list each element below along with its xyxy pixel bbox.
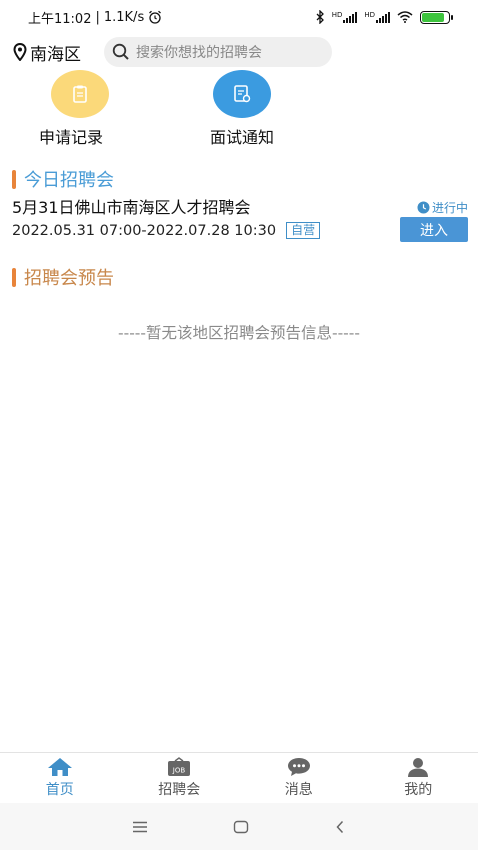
status-speed: 1.1K/s — [103, 9, 145, 25]
section-accent-bar — [12, 169, 16, 189]
clock-icon — [417, 201, 430, 214]
search-input[interactable]: 搜索你想找的招聘会 — [104, 37, 332, 67]
fair-name[interactable]: 5月31日佛山市南海区人才招聘会 — [12, 194, 251, 218]
tab-job-fair[interactable]: JOB 招聘会 — [120, 753, 240, 802]
signal-1-icon — [343, 11, 358, 23]
fair-time: 2022.05.31 07:00-2022.07.28 10:30 — [12, 222, 277, 239]
battery-icon — [420, 10, 453, 24]
clipboard-icon — [73, 85, 87, 103]
chat-bubble-icon — [287, 757, 310, 776]
self-operated-tag: 自营 — [286, 222, 321, 239]
empty-preview-message: -----暂无该地区招聘会预告信息----- — [118, 324, 360, 342]
square-home-icon[interactable] — [233, 820, 249, 834]
tab-mine-label: 我的 — [404, 781, 433, 798]
section-accent-bar — [12, 267, 16, 287]
bluetooth-icon — [316, 10, 324, 24]
today-section-title: 今日招聘会 — [12, 166, 114, 192]
back-chevron-icon[interactable] — [334, 820, 346, 834]
today-title: 今日招聘会 — [24, 170, 114, 191]
signal-2-icon — [376, 11, 390, 23]
fair-status-label: 进行中 — [431, 201, 468, 215]
header-row: 南海区 搜索你想找的招聘会 — [0, 36, 478, 68]
signal-1-label: HD — [331, 10, 343, 19]
home-icon — [47, 757, 72, 776]
tab-messages[interactable]: 消息 — [239, 753, 359, 802]
application-records-circle — [51, 70, 109, 118]
enter-button[interactable]: 进入 — [400, 217, 468, 242]
job-board-icon: JOB — [168, 756, 191, 776]
tab-home[interactable]: 首页 — [0, 753, 120, 802]
fair-time-row: 2022.05.31 07:00-2022.07.28 10:30 自营 — [12, 222, 321, 239]
search-icon — [112, 43, 129, 60]
status-right: HD HD — [315, 10, 453, 24]
search-placeholder: 搜索你想找的招聘会 — [136, 45, 262, 61]
location-label: 南海区 — [30, 44, 81, 65]
alarm-clock-icon — [149, 10, 162, 24]
tab-messages-label: 消息 — [284, 781, 313, 798]
signal-1: HD — [331, 10, 358, 23]
application-records-button[interactable]: 申请记录 — [39, 70, 109, 148]
wifi-icon — [397, 11, 413, 23]
status-time: 上午11:02 — [28, 11, 92, 27]
preview-title: 招聘会预告 — [24, 268, 114, 289]
interview-notice-button[interactable]: 面试通知 — [210, 70, 274, 148]
battery-fill — [422, 12, 445, 22]
notice-icon — [234, 85, 251, 103]
signal-2: HD — [364, 10, 390, 23]
tab-job-fair-label: 招聘会 — [158, 781, 201, 798]
bottom-tab-bar: 首页 JOB 招聘会 消息 我的 — [0, 752, 478, 802]
interview-notice-label: 面试通知 — [210, 128, 275, 147]
tab-mine[interactable]: 我的 — [359, 753, 478, 802]
svg-text:JOB: JOB — [172, 766, 186, 774]
system-nav-bar — [0, 803, 478, 850]
interview-notice-circle — [213, 70, 271, 118]
status-separator: | — [95, 9, 100, 25]
fair-status: 进行中 — [417, 199, 468, 216]
preview-section-title: 招聘会预告 — [12, 264, 114, 290]
tab-home-label: 首页 — [45, 781, 74, 798]
map-pin-icon — [13, 43, 27, 61]
user-icon — [408, 757, 429, 777]
signal-2-label: HD — [364, 10, 375, 19]
location-selector[interactable]: 南海区 — [13, 40, 81, 65]
status-bar: 上午11:02 | 1.1K/s HD HD — [0, 0, 478, 34]
menu-icon[interactable] — [132, 821, 148, 833]
application-records-label: 申请记录 — [38, 128, 103, 147]
status-left: 上午11:02 | 1.1K/s — [28, 8, 162, 27]
